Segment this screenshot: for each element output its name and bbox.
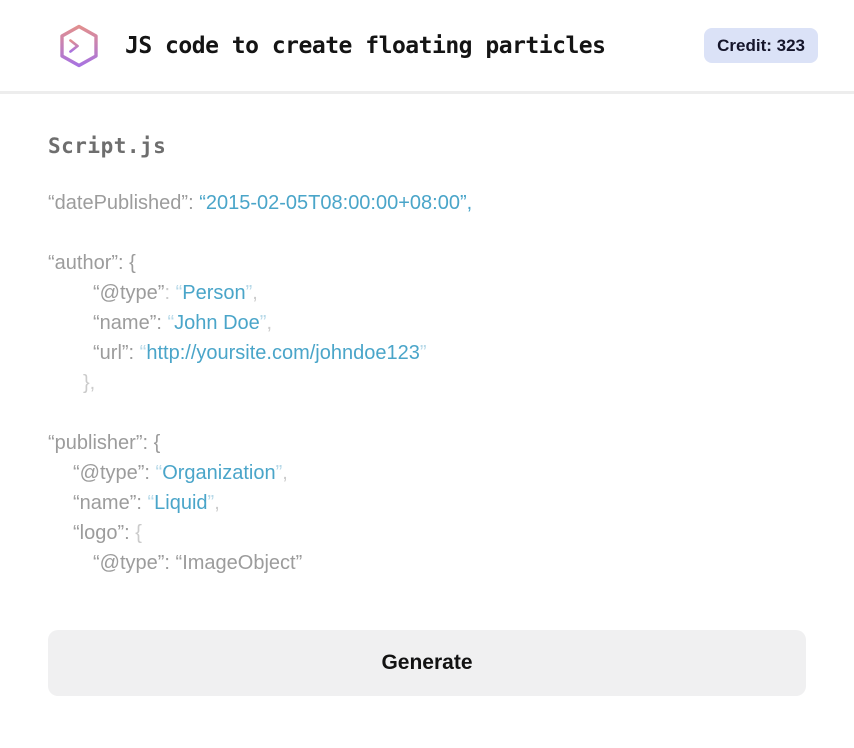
app-header: JS code to create floating particles Cre… [0, 0, 854, 94]
code-token: { [135, 522, 142, 544]
code-token: Person [182, 282, 246, 304]
code-token: “@type” [93, 282, 165, 304]
code-line: “publisher”: { [48, 428, 806, 458]
code-token: “publisher”: { [48, 432, 161, 454]
page-title: JS code to create floating particles [125, 32, 606, 59]
credit-badge: Credit: 323 [704, 28, 818, 63]
filename-heading: Script.js [48, 134, 167, 158]
code-block: “datePublished”: “2015-02-05T08:00:00+08… [48, 188, 806, 578]
code-line: “datePublished”: “2015-02-05T08:00:00+08… [48, 188, 806, 218]
editor-panel: Script.js “datePublished”: “2015-02-05T0… [0, 94, 854, 578]
code-token: Organization [162, 462, 276, 484]
code-line: “name”: “Liquid”, [48, 488, 806, 518]
code-token: “name”: [73, 492, 148, 514]
code-token: “@type”: [73, 462, 156, 484]
code-token: “2015-02-05T08:00:00+08:00”, [199, 192, 473, 214]
code-token: “datePublished”: [48, 192, 200, 214]
code-line: “url”: “http://yoursite.com/johndoe123” [48, 338, 806, 368]
code-line: “author”: { [48, 248, 806, 278]
code-token: “@type”: “ImageObject” [93, 552, 303, 574]
code-token: , [252, 282, 258, 304]
code-token: Liquid [154, 492, 208, 514]
terminal-prompt-hexagon-icon [60, 24, 98, 67]
code-line: “@type”: “Organization”, [48, 458, 806, 488]
code-token: , [214, 492, 220, 514]
code-line: “@type”: “ImageObject” [48, 548, 806, 578]
generate-button[interactable]: Generate [48, 630, 806, 696]
code-line: “name”: “John Doe”, [48, 308, 806, 338]
code-token: , [282, 462, 288, 484]
code-line: }, [48, 368, 806, 398]
code-token: http://yoursite.com/johndoe123 [146, 342, 420, 364]
code-token: John Doe [174, 312, 260, 334]
code-token: “logo”: [73, 522, 136, 544]
code-token: , [266, 312, 272, 334]
code-token: “url”: [93, 342, 140, 364]
code-token: “name”: [93, 312, 168, 334]
code-line: “logo”: { [48, 518, 806, 548]
code-token: “author”: { [48, 252, 136, 274]
code-line: “@type”: “Person”, [48, 278, 806, 308]
code-token: }, [83, 372, 96, 394]
code-token: : [164, 282, 176, 304]
footer: Generate [0, 578, 854, 696]
code-token: ” [419, 342, 427, 364]
